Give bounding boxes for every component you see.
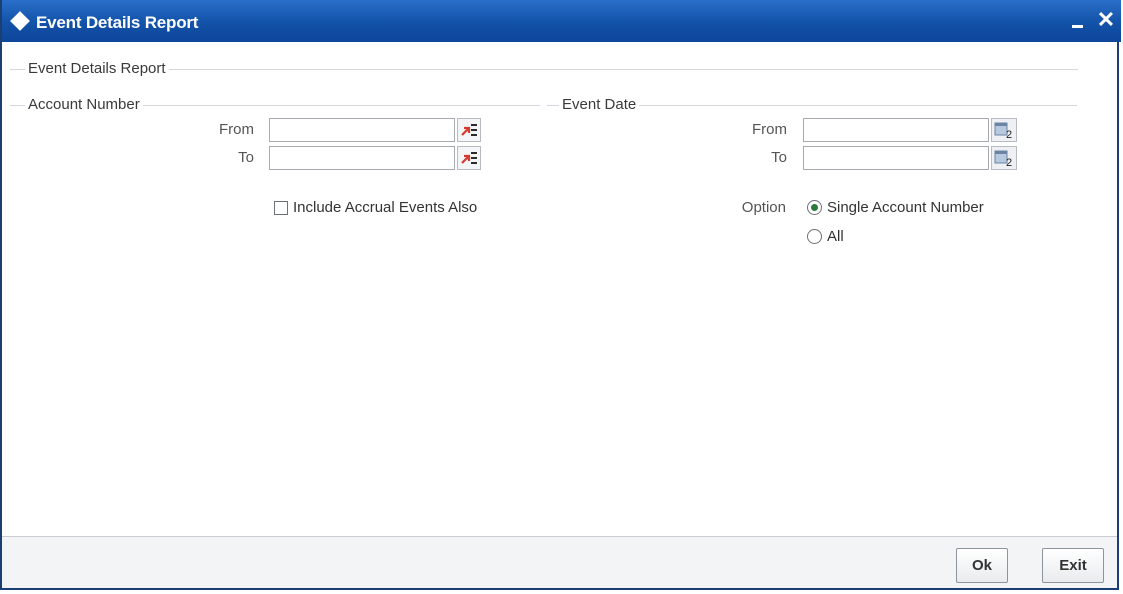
- option-label: Option: [741, 199, 786, 216]
- close-button[interactable]: ✕: [1096, 8, 1116, 32]
- option-single-account-radio[interactable]: [807, 200, 822, 215]
- event-date-heading: Event Date: [559, 96, 640, 113]
- date-to-label: To: [771, 149, 787, 166]
- date-from-calendar-button[interactable]: 2: [991, 118, 1017, 142]
- option-all-radio[interactable]: [807, 229, 822, 244]
- minimize-button[interactable]: [1068, 8, 1088, 32]
- title-bar: Event Details Report ✕: [2, 0, 1121, 42]
- section-divider: [10, 69, 1078, 70]
- calendar-icon: 2: [994, 150, 1012, 169]
- account-from-lov-button[interactable]: [457, 118, 481, 142]
- exit-button[interactable]: Exit: [1042, 548, 1104, 583]
- footer-bar: Ok Exit: [2, 537, 1117, 588]
- account-to-lov-button[interactable]: [457, 146, 481, 170]
- minimize-icon: [1072, 25, 1083, 28]
- account-from-input[interactable]: [269, 118, 455, 142]
- option-all-label: All: [827, 228, 844, 245]
- calendar-icon: 2: [994, 122, 1012, 141]
- radio-selected-dot: [811, 204, 818, 211]
- date-from-label: From: [752, 121, 787, 138]
- calendar-badge: 2: [1006, 129, 1012, 141]
- list-of-values-icon: [461, 152, 477, 164]
- account-from-label: From: [219, 121, 254, 138]
- close-icon: ✕: [1096, 7, 1116, 32]
- include-accrual-checkbox[interactable]: [274, 201, 288, 215]
- date-to-calendar-button[interactable]: 2: [991, 146, 1017, 170]
- window-title: Event Details Report: [36, 13, 199, 32]
- date-to-input[interactable]: [803, 146, 989, 170]
- calendar-badge: 2: [1006, 157, 1012, 169]
- account-number-heading: Account Number: [25, 96, 143, 113]
- include-accrual-label: Include Accrual Events Also: [293, 199, 478, 216]
- report-window: Event Details Report ✕ Event Details Rep…: [0, 0, 1121, 590]
- list-of-values-icon: [461, 124, 477, 136]
- account-to-label: To: [238, 149, 254, 166]
- section-title: Event Details Report: [25, 60, 169, 77]
- ok-button[interactable]: Ok: [956, 548, 1008, 583]
- date-from-input[interactable]: [803, 118, 989, 142]
- diamond-icon: [10, 11, 30, 31]
- account-to-input[interactable]: [269, 146, 455, 170]
- option-single-account-label: Single Account Number: [827, 199, 984, 216]
